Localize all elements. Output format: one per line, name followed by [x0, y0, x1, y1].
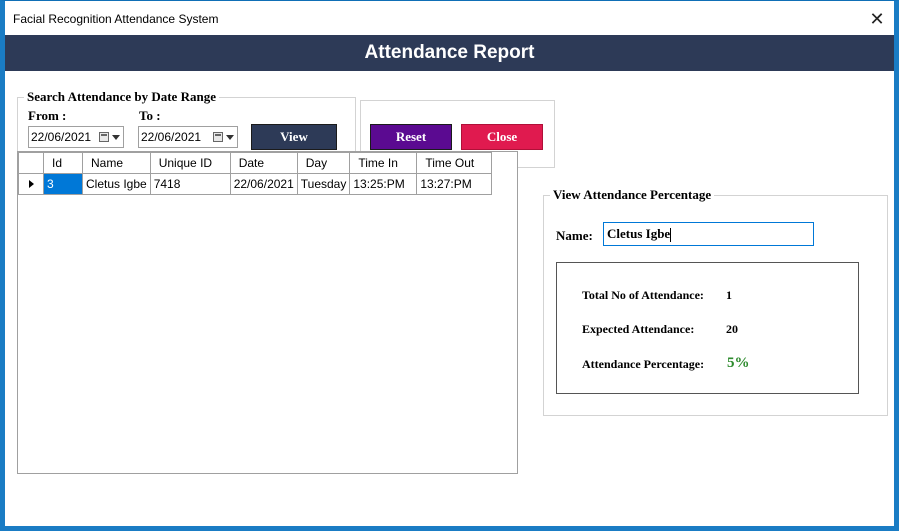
column-header-id[interactable]: Id	[43, 152, 83, 174]
chevron-down-icon[interactable]	[226, 135, 234, 140]
total-attendance-value: 1	[726, 288, 732, 302]
expected-attendance-value: 20	[726, 322, 738, 336]
name-label: Name:	[556, 228, 593, 243]
table-header-row: Id Name Unique ID Date Day Time In Time …	[18, 152, 493, 174]
attendance-table: Id Name Unique ID Date Day Time In Time …	[18, 152, 493, 195]
name-input-value: Cletus Igbe	[607, 226, 671, 241]
attendance-grid[interactable]: Id Name Unique ID Date Day Time In Time …	[17, 151, 518, 474]
title-bar: Facial Recognition Attendance System ✕	[5, 1, 894, 35]
row-pointer-icon	[28, 180, 34, 188]
to-label: To :	[139, 108, 161, 123]
view-button[interactable]: View	[251, 124, 337, 150]
window-title: Facial Recognition Attendance System	[13, 12, 219, 26]
from-label: From :	[28, 108, 67, 123]
cell-day[interactable]: Tuesday	[296, 173, 351, 195]
expected-attendance-label: Expected Attendance:	[582, 322, 695, 336]
calendar-icon	[213, 132, 223, 142]
column-header-time-in[interactable]: Time In	[349, 152, 418, 174]
row-selector[interactable]	[18, 173, 44, 195]
column-header-date[interactable]: Date	[229, 152, 298, 174]
page-title: Attendance Report	[364, 42, 535, 63]
search-group-legend: Search Attendance by Date Range	[27, 89, 216, 104]
cell-time-in[interactable]: 13:25:PM	[349, 173, 418, 195]
text-cursor	[670, 228, 672, 243]
to-date-value: 22/06/2021	[141, 130, 202, 144]
column-header-day[interactable]: Day	[296, 152, 351, 174]
from-date-picker[interactable]: 22/06/2021	[28, 126, 124, 148]
app-window: Facial Recognition Attendance System ✕ A…	[0, 0, 899, 531]
chevron-down-icon[interactable]	[112, 135, 120, 140]
cell-unique-id[interactable]: 7418	[149, 173, 231, 195]
close-button[interactable]: Close	[461, 124, 543, 150]
window-close-icon[interactable]: ✕	[864, 7, 890, 31]
total-attendance-label: Total No of Attendance:	[582, 288, 704, 302]
percentage-group-legend: View Attendance Percentage	[553, 187, 712, 202]
cell-id[interactable]: 3	[43, 173, 83, 195]
column-header-name[interactable]: Name	[82, 152, 151, 174]
to-date-picker[interactable]: 22/06/2021	[138, 126, 238, 148]
table-row[interactable]: 3 Cletus Igbe 7418 22/06/2021 Tuesday 13…	[18, 173, 493, 195]
cell-time-out[interactable]: 13:27:PM	[416, 173, 493, 195]
reset-button[interactable]: Reset	[370, 124, 452, 150]
cell-name[interactable]: Cletus Igbe	[82, 173, 151, 195]
column-header-time-out[interactable]: Time Out	[416, 152, 493, 174]
name-input[interactable]: Cletus Igbe	[603, 222, 814, 246]
cell-date[interactable]: 22/06/2021	[229, 173, 298, 195]
attendance-percentage-value: 5%	[727, 355, 750, 371]
row-header-corner	[18, 152, 44, 174]
column-header-unique-id[interactable]: Unique ID	[149, 152, 231, 174]
attendance-percentage-label: Attendance Percentage:	[582, 357, 705, 371]
page-header: Attendance Report	[5, 35, 894, 71]
calendar-icon	[99, 132, 109, 142]
from-date-value: 22/06/2021	[31, 130, 92, 144]
